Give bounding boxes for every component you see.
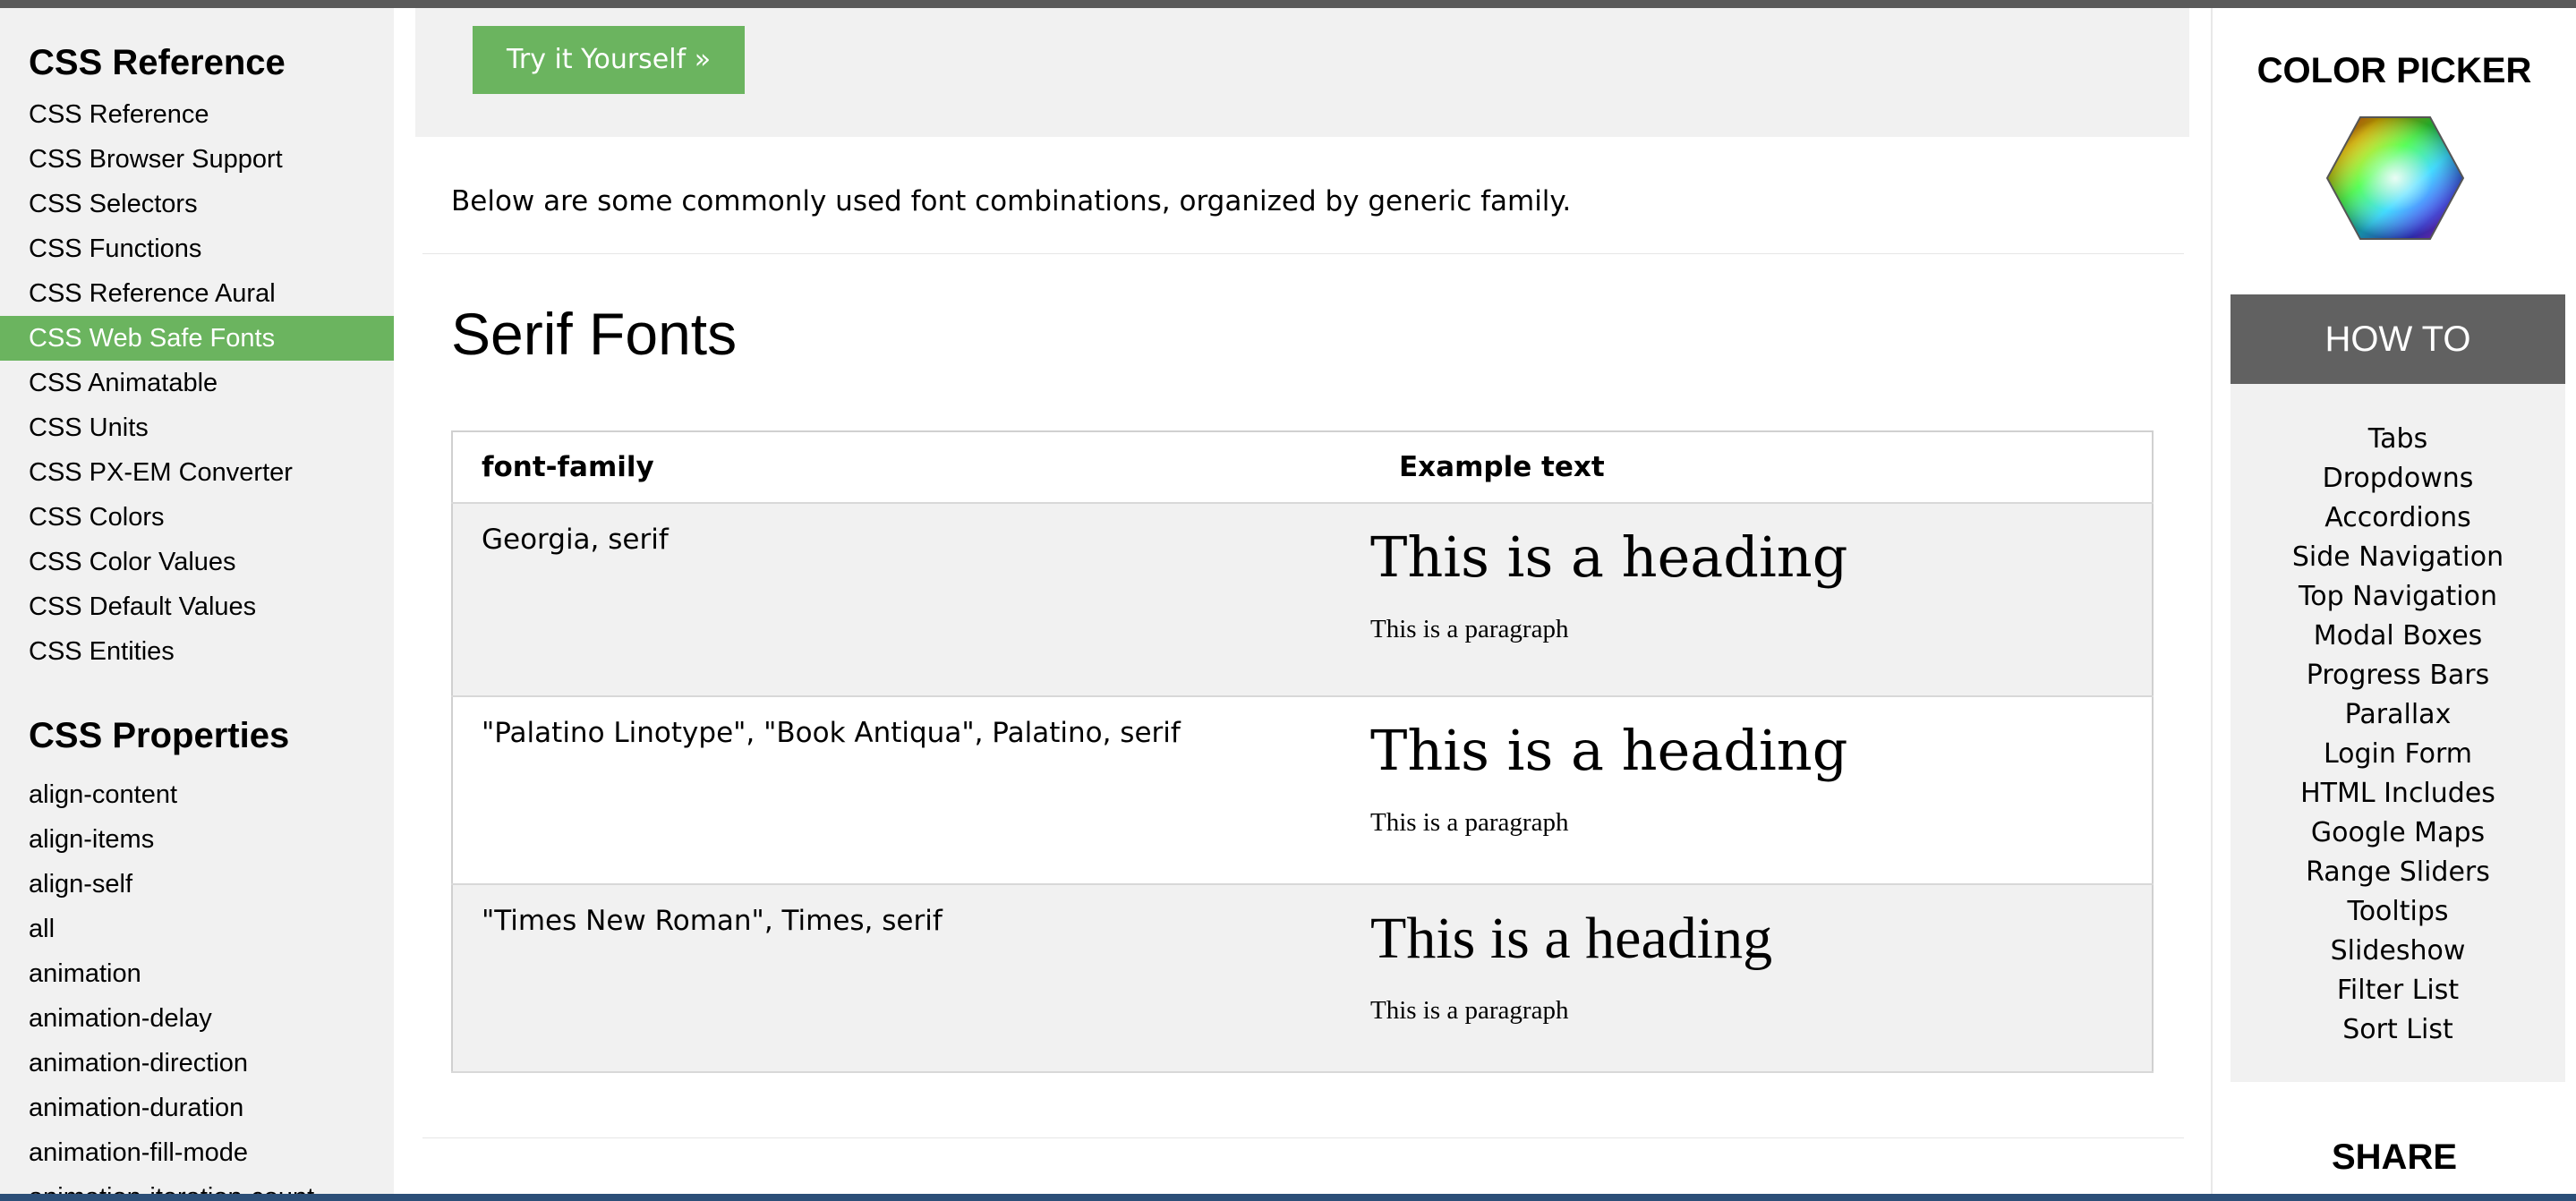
example-paragraph: This is a paragraph — [1370, 615, 1569, 643]
right-sidebar: COLOR PICKER HOW TO Tabs Dropdowns Accor… — [2211, 8, 2576, 1194]
sidebar-heading-css-reference: CSS Reference — [29, 43, 286, 82]
sidebar-item-css-colors[interactable]: CSS Colors — [0, 495, 394, 540]
howto-list: Tabs Dropdowns Accordions Side Navigatio… — [2231, 384, 2565, 1082]
howto-link-side-navigation[interactable]: Side Navigation — [2231, 538, 2565, 577]
sidebar-item-css-selectors[interactable]: CSS Selectors — [0, 182, 394, 226]
column-header-font-family: font-family — [452, 431, 1370, 504]
divider — [422, 253, 2184, 254]
example-cell: This is a heading This is a paragraph — [1370, 696, 2153, 884]
sidebar-item-css-functions[interactable]: CSS Functions — [0, 226, 394, 271]
howto-link-range-sliders[interactable]: Range Sliders — [2231, 853, 2565, 892]
sidebar-item-align-content[interactable]: align-content — [0, 772, 394, 817]
example-heading: This is a heading — [1370, 906, 1773, 971]
example-heading: This is a heading — [1370, 718, 1848, 783]
sidebar-item-css-units[interactable]: CSS Units — [0, 405, 394, 450]
font-family-cell: Georgia, serif — [482, 524, 669, 556]
sidebar-item-align-self[interactable]: align-self — [0, 862, 394, 907]
font-family-cell: "Palatino Linotype", "Book Antiqua", Pal… — [482, 717, 1181, 749]
howto-link-html-includes[interactable]: HTML Includes — [2231, 774, 2565, 813]
sidebar-item-css-entities[interactable]: CSS Entities — [0, 629, 394, 674]
table-row: "Palatino Linotype", "Book Antiqua", Pal… — [452, 696, 2153, 884]
howto-link-parallax[interactable]: Parallax — [2231, 695, 2565, 735]
example-paragraph: This is a paragraph — [1370, 996, 1569, 1025]
sidebar-item-animation-fill-mode[interactable]: animation-fill-mode — [0, 1130, 394, 1175]
sidebar-item-css-web-safe-fonts[interactable]: CSS Web Safe Fonts — [0, 316, 394, 361]
color-hexagon-icon[interactable] — [2325, 115, 2465, 241]
share-title: SHARE — [2331, 1137, 2458, 1177]
howto-link-accordions[interactable]: Accordions — [2231, 498, 2565, 538]
sidebar-item-css-reference[interactable]: CSS Reference — [0, 92, 394, 137]
sidebar-item-animation[interactable]: animation — [0, 951, 394, 996]
howto-link-login-form[interactable]: Login Form — [2231, 735, 2565, 774]
sidebar-item-animation-delay[interactable]: animation-delay — [0, 996, 394, 1041]
howto-link-tooltips[interactable]: Tooltips — [2231, 892, 2565, 932]
howto-link-sort-list[interactable]: Sort List — [2231, 1010, 2565, 1050]
divider — [422, 1137, 2184, 1138]
sidebar-item-css-default-values[interactable]: CSS Default Values — [0, 584, 394, 629]
howto-link-modal-boxes[interactable]: Modal Boxes — [2231, 617, 2565, 656]
sidebar-heading-css-properties: CSS Properties — [29, 716, 290, 755]
howto-link-google-maps[interactable]: Google Maps — [2231, 813, 2565, 853]
howto-link-top-navigation[interactable]: Top Navigation — [2231, 577, 2565, 617]
sidebar-item-all[interactable]: all — [0, 907, 394, 951]
table-header-row: font-family Example text — [452, 431, 2153, 504]
howto-link-dropdowns[interactable]: Dropdowns — [2231, 459, 2565, 498]
sidebar-item-animation-iteration-count[interactable]: animation-iteration-count — [0, 1175, 394, 1194]
howto-link-filter-list[interactable]: Filter List — [2231, 971, 2565, 1010]
intro-text: Below are some commonly used font combin… — [451, 185, 1572, 217]
try-it-yourself-button[interactable]: Try it Yourself » — [473, 26, 745, 94]
sidebar-item-animation-duration[interactable]: animation-duration — [0, 1086, 394, 1130]
howto-link-progress-bars[interactable]: Progress Bars — [2231, 656, 2565, 695]
sidebar-item-animation-direction[interactable]: animation-direction — [0, 1041, 394, 1086]
browser-bottom-edge — [0, 1194, 2576, 1201]
column-header-example-text: Example text — [1370, 431, 2153, 504]
left-sidebar: CSS Reference CSS Reference CSS Browser … — [0, 8, 394, 1194]
table-row: "Times New Roman", Times, serif This is … — [452, 884, 2153, 1072]
main-content: Try it Yourself » Below are some commonl… — [394, 8, 2211, 1194]
howto-link-slideshow[interactable]: Slideshow — [2231, 932, 2565, 971]
example-paragraph: This is a paragraph — [1370, 808, 1569, 837]
color-picker-title: COLOR PICKER — [2256, 51, 2532, 90]
sidebar-item-css-color-values[interactable]: CSS Color Values — [0, 540, 394, 584]
serif-fonts-table: font-family Example text Georgia, serif … — [451, 430, 2154, 1073]
howto-title: HOW TO — [2231, 294, 2565, 384]
example-heading: This is a heading — [1370, 524, 1848, 590]
sidebar-item-align-items[interactable]: align-items — [0, 817, 394, 862]
example-box: Try it Yourself » — [415, 8, 2189, 137]
sidebar-item-css-browser-support[interactable]: CSS Browser Support — [0, 137, 394, 182]
section-title-serif-fonts: Serif Fonts — [451, 301, 738, 367]
sidebar-item-css-animatable[interactable]: CSS Animatable — [0, 361, 394, 405]
table-row: Georgia, serif This is a heading This is… — [452, 503, 2153, 696]
font-family-cell: "Times New Roman", Times, serif — [482, 905, 943, 937]
example-cell: This is a heading This is a paragraph — [1370, 503, 2153, 696]
sidebar-item-css-reference-aural[interactable]: CSS Reference Aural — [0, 271, 394, 316]
howto-link-tabs[interactable]: Tabs — [2231, 420, 2565, 459]
example-cell: This is a heading This is a paragraph — [1370, 884, 2153, 1072]
sidebar-item-css-px-em-converter[interactable]: CSS PX-EM Converter — [0, 450, 394, 495]
browser-top-edge — [0, 0, 2576, 8]
